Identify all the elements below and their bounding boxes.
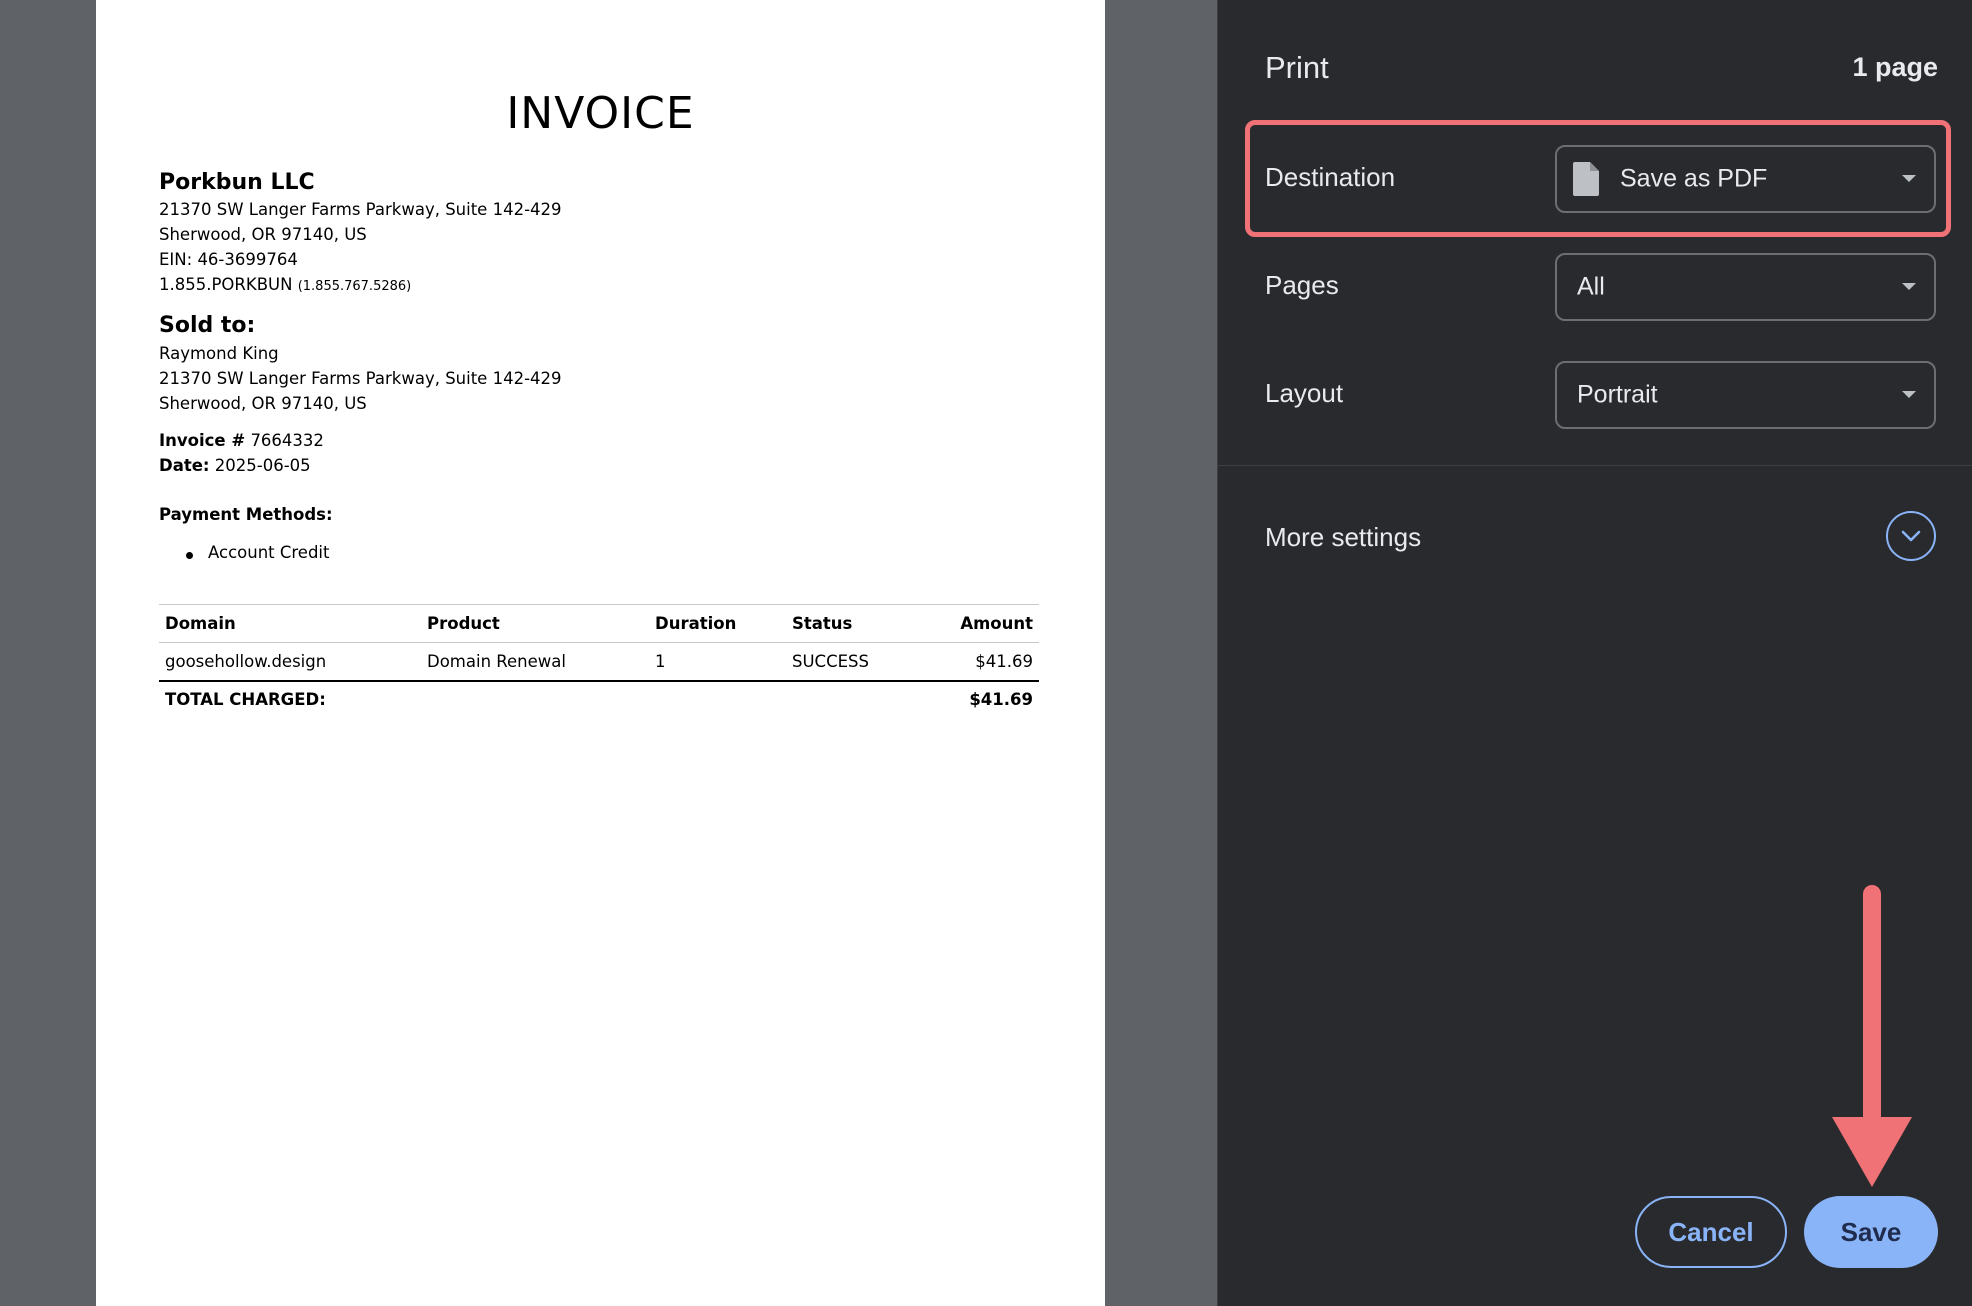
table-cell-domain: goosehollow.design: [165, 652, 327, 671]
table-header-domain: Domain: [165, 614, 236, 633]
total-charged-label: TOTAL CHARGED:: [165, 690, 326, 709]
bullet-icon: [186, 552, 193, 559]
company-phone: 1.855.PORKBUN (1.855.767.5286): [159, 275, 411, 294]
table-header-status: Status: [792, 614, 853, 633]
invoice-date: Date: 2025-06-05: [159, 456, 311, 475]
page-count: 1 page: [1852, 52, 1938, 82]
table-top-rule: [159, 604, 1039, 605]
save-button[interactable]: Save: [1804, 1196, 1938, 1268]
invoice-number-value: 7664332: [250, 431, 324, 450]
customer-address-line2: Sherwood, OR 97140, US: [159, 394, 367, 413]
layout-value: Portrait: [1577, 380, 1658, 409]
invoice-page: INVOICE Porkbun LLC 21370 SW Langer Farm…: [96, 0, 1105, 1306]
table-cell-status: SUCCESS: [792, 652, 869, 671]
more-settings-toggle[interactable]: [1886, 511, 1936, 561]
print-settings-panel: Print 1 page Destination Save as PDF Pag…: [1217, 0, 1972, 1306]
chevron-down-icon: [1901, 530, 1921, 542]
sold-to-heading: Sold to:: [159, 313, 256, 338]
caret-down-icon: [1902, 283, 1916, 290]
table-header-product: Product: [427, 614, 500, 633]
panel-divider: [1217, 0, 1218, 1306]
invoice-number: Invoice # 7664332: [159, 431, 324, 450]
invoice-number-label: Invoice #: [159, 431, 246, 450]
caret-down-icon: [1902, 391, 1916, 398]
layout-select[interactable]: Portrait: [1555, 361, 1936, 429]
table-cell-amount: $41.69: [975, 652, 1033, 671]
print-title: Print: [1265, 50, 1329, 85]
pages-select[interactable]: All: [1555, 253, 1936, 321]
table-header-amount: Amount: [960, 614, 1033, 633]
table-cell-product: Domain Renewal: [427, 652, 566, 671]
table-cell-duration: 1: [655, 652, 666, 671]
cancel-button[interactable]: Cancel: [1635, 1196, 1787, 1268]
company-address-line1: 21370 SW Langer Farms Parkway, Suite 142…: [159, 200, 562, 219]
table-header-rule: [159, 642, 1039, 643]
company-address-line2: Sherwood, OR 97140, US: [159, 225, 367, 244]
table-total-rule: [159, 680, 1039, 682]
company-ein: EIN: 46-3699764: [159, 250, 298, 269]
customer-name: Raymond King: [159, 344, 279, 363]
pages-label: Pages: [1265, 270, 1339, 300]
customer-address-line1: 21370 SW Langer Farms Parkway, Suite 142…: [159, 369, 562, 388]
payment-method-item: Account Credit: [208, 543, 330, 562]
pages-value: All: [1577, 272, 1605, 301]
settings-divider: [1217, 465, 1972, 466]
invoice-date-label: Date:: [159, 456, 210, 475]
company-phone-text: 1.855.PORKBUN: [159, 275, 293, 294]
company-name: Porkbun LLC: [159, 170, 315, 195]
company-phone-numeric: (1.855.767.5286): [297, 279, 412, 294]
payment-methods-label: Payment Methods:: [159, 505, 333, 524]
layout-label: Layout: [1265, 378, 1344, 408]
arrow-down-annotation-icon: [1832, 885, 1912, 1187]
print-preview-area: INVOICE Porkbun LLC 21370 SW Langer Farm…: [0, 0, 1217, 1306]
invoice-title: INVOICE: [506, 88, 695, 139]
more-settings-label[interactable]: More settings: [1265, 522, 1421, 553]
destination-highlight-annotation: [1245, 120, 1951, 237]
table-header-duration: Duration: [655, 614, 737, 633]
total-charged-value: $41.69: [969, 690, 1033, 709]
invoice-date-value: 2025-06-05: [214, 456, 311, 475]
